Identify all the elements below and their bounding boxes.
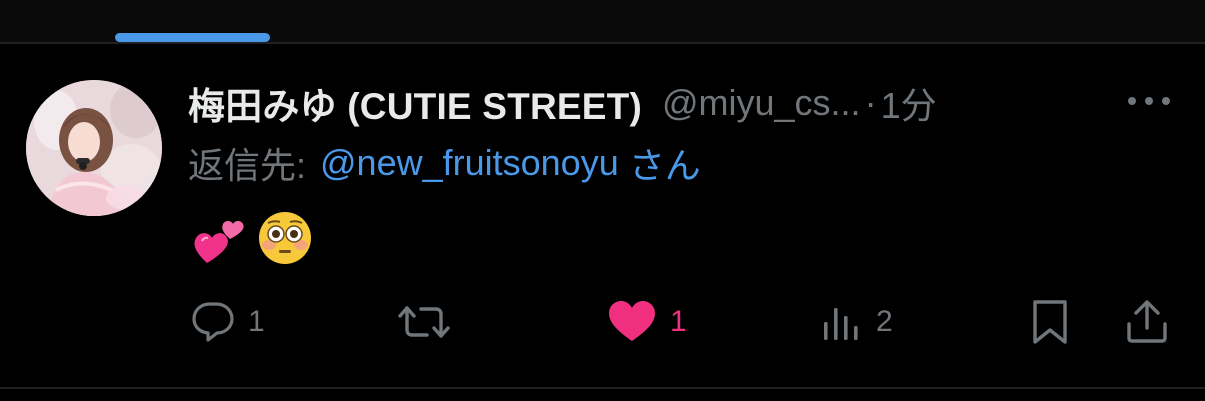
reply-to-suffix: さん: [628, 145, 701, 186]
author-handle[interactable]: @miyu_cs...: [662, 82, 861, 124]
tweet-text: [190, 208, 314, 272]
like-count: 1: [670, 305, 687, 338]
share-icon: [1127, 300, 1167, 343]
two-hearts-emoji: [190, 209, 248, 272]
reply-count: 1: [248, 305, 265, 338]
avatar[interactable]: [26, 80, 162, 216]
author-display-name[interactable]: 梅田みゆ (CUTIE STREET): [188, 76, 642, 130]
reply-action[interactable]: 1: [190, 296, 265, 348]
reply-to-handle-link[interactable]: @new_fruitsonoyu: [320, 142, 619, 184]
retweet-action[interactable]: [395, 296, 453, 348]
reply-to-label: 返信先:: [188, 145, 307, 186]
tweet-header: 梅田みゆ (CUTIE STREET) @miyu_cs... · 1分: [188, 78, 937, 128]
views-action[interactable]: 2: [820, 296, 893, 348]
divider: [0, 387, 1205, 389]
like-action[interactable]: 1: [606, 296, 687, 348]
separator-dot: ·: [864, 82, 877, 123]
active-tab-indicator: [115, 33, 270, 42]
more-options-button[interactable]: [1125, 86, 1173, 116]
timestamp[interactable]: 1分: [881, 77, 937, 129]
profile-photo-icon: [26, 80, 162, 216]
reply-icon: [192, 302, 234, 342]
share-action[interactable]: [1124, 296, 1170, 348]
views-icon: [824, 308, 858, 340]
divider: [0, 42, 1205, 44]
flushed-face-emoji: [256, 209, 314, 272]
bookmark-action[interactable]: [1028, 296, 1072, 348]
heart-icon: [609, 301, 655, 341]
more-horizontal-icon: [1128, 97, 1170, 105]
reply-to-line: 返信先: @new_fruitsonoyu さん: [188, 138, 701, 188]
bookmark-icon: [1033, 300, 1067, 344]
views-count: 2: [876, 305, 893, 338]
retweet-icon: [398, 306, 450, 338]
